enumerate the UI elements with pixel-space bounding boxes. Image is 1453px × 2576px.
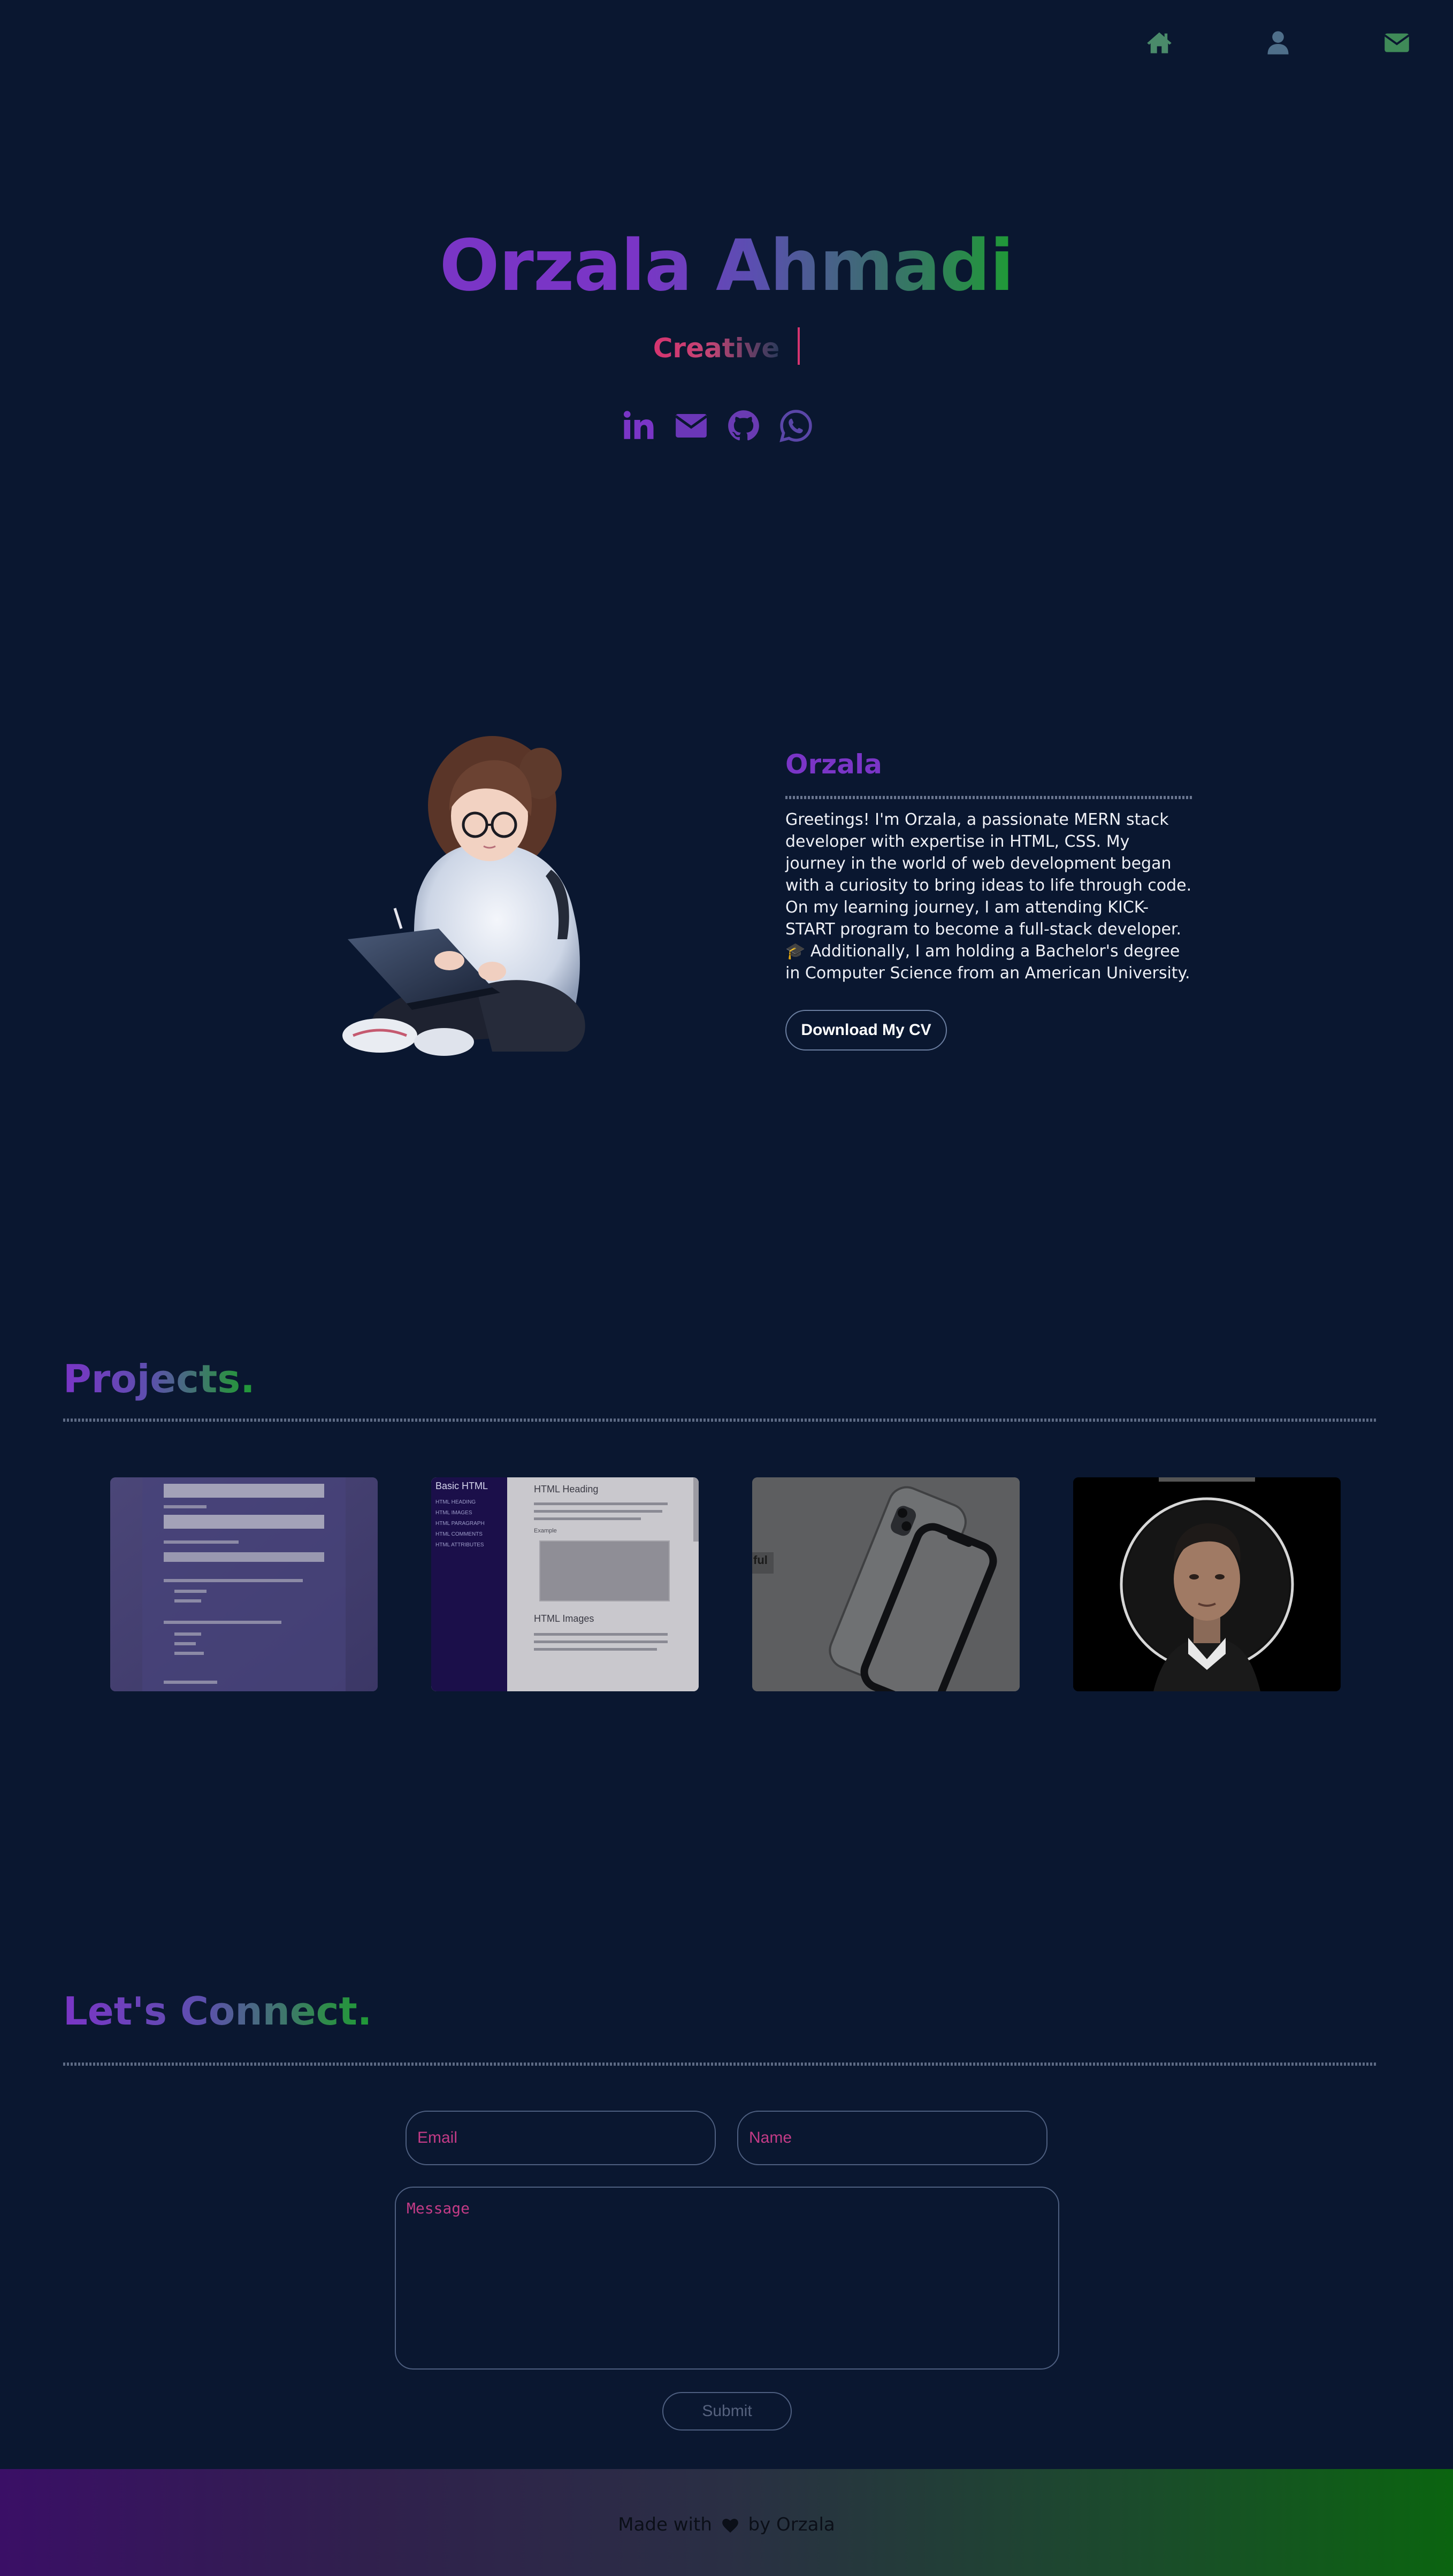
project-card-html-docs[interactable]: Basic HTML HTML HEADING HTML IMAGES HTML…	[431, 1477, 699, 1691]
svg-text:ful: ful	[753, 1553, 768, 1567]
docs-nav-item: HTML COMMENTS	[435, 1531, 483, 1537]
message-textarea[interactable]	[395, 2187, 1059, 2370]
docs-example-label: Example	[534, 1528, 557, 1534]
docs-nav-item: HTML PARAGRAPH	[435, 1521, 485, 1527]
about-heading: Orzala	[785, 749, 882, 780]
docs-nav-item: HTML IMAGES	[435, 1510, 472, 1516]
footer: Made with by Orzala	[0, 2469, 1453, 2576]
typing-caret	[798, 327, 800, 365]
nav-contact-link[interactable]	[1373, 27, 1421, 59]
footer-made-with: Made with	[618, 2514, 712, 2535]
footer-credit: Made with by Orzala	[0, 2514, 1453, 2535]
submit-button[interactable]: Submit	[662, 2392, 792, 2431]
typed-text: Creative	[653, 333, 780, 364]
email-icon	[675, 414, 708, 438]
footer-author: by Orzala	[748, 2514, 835, 2535]
whatsapp-icon	[779, 410, 812, 442]
linkedin-link[interactable]	[620, 407, 658, 445]
hero-name: Orzala Ahmadi	[439, 225, 1014, 307]
connect-title: Let's Connect.	[63, 1989, 372, 2034]
project-card-survey-form[interactable]	[110, 1477, 378, 1691]
phone-thumbnail: ful	[752, 1477, 1020, 1691]
heart-icon	[722, 2514, 738, 2535]
docs-nav-item: HTML HEADING	[435, 1499, 476, 1505]
linkedin-icon	[623, 411, 654, 439]
portrait-thumbnail	[1073, 1477, 1341, 1691]
docs-nav-item: HTML ATTRIBUTES	[435, 1542, 484, 1548]
connect-divider	[63, 2063, 1376, 2066]
github-icon	[728, 410, 759, 441]
github-link[interactable]	[724, 407, 763, 445]
docs-heading: HTML Heading	[534, 1484, 599, 1494]
projects-title: Projects.	[63, 1356, 255, 1401]
about-bio: Greetings! I'm Orzala, a passionate MERN…	[785, 810, 1192, 983]
email-link[interactable]	[672, 407, 710, 445]
email-input[interactable]	[406, 2111, 716, 2165]
docs-sidebar-title: Basic HTML	[435, 1481, 488, 1491]
name-input[interactable]	[737, 2111, 1047, 2165]
whatsapp-link[interactable]	[777, 407, 815, 445]
projects-divider	[63, 1419, 1376, 1422]
social-links	[620, 407, 815, 445]
top-nav	[1065, 27, 1421, 59]
envelope-icon	[1384, 33, 1410, 52]
docs-heading-images: HTML Images	[534, 1613, 594, 1624]
avatar-illustration	[342, 736, 585, 1056]
nav-home-link[interactable]	[1135, 27, 1183, 59]
project-card-tribute-page[interactable]	[1073, 1477, 1341, 1691]
docs-sidebar: Basic HTML HTML HEADING HTML IMAGES HTML…	[431, 1477, 507, 1691]
hero-typed-role: Creative	[0, 327, 1453, 365]
user-icon	[1267, 31, 1289, 55]
survey-form-thumbnail	[110, 1477, 378, 1691]
docs-content: HTML Heading Example HTML Images	[507, 1477, 699, 1691]
nav-about-link[interactable]	[1254, 27, 1302, 59]
project-card-phone-landing[interactable]: ful	[752, 1477, 1020, 1691]
download-cv-button[interactable]: Download My CV	[785, 1010, 947, 1051]
about-divider	[785, 796, 1192, 799]
home-icon	[1147, 32, 1172, 53]
